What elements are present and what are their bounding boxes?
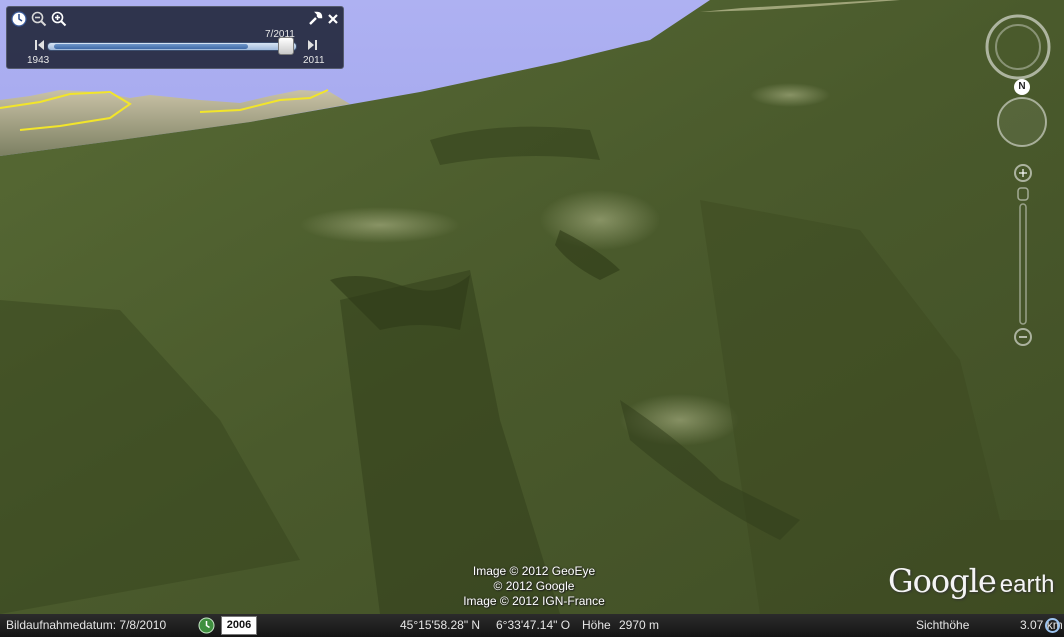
logo-google-text: Google (888, 562, 997, 600)
time-slider-thumb[interactable] (278, 37, 295, 55)
north-indicator[interactable]: N (1014, 79, 1030, 95)
longitude-readout: 6°33'47.14" O (496, 618, 571, 632)
close-icon[interactable] (325, 11, 341, 27)
historical-year-badge[interactable]: 2006 (221, 616, 257, 635)
elevation-label: Höhe (582, 618, 611, 632)
imagery-attribution: Image © 2012 GeoEye © 2012 Google Image … (434, 564, 634, 609)
zoom-out-icon[interactable] (31, 11, 47, 27)
attribution-line: © 2012 Google (493, 579, 575, 593)
snow-patch (300, 207, 460, 243)
north-label: N (1018, 81, 1026, 92)
previous-date-icon[interactable] (35, 39, 45, 51)
wrench-icon[interactable] (307, 11, 323, 27)
status-bar: Bildaufnahmedatum: 7/8/2010 2006 45°15'5… (0, 614, 1064, 637)
time-slider-track[interactable] (47, 42, 297, 51)
terrain-3d-view[interactable] (0, 0, 1064, 614)
latitude-readout: 45°15'58.28" N (400, 618, 481, 632)
map-view[interactable]: 7/2011 1943 2011 N Image © 2012 GeoEye ©… (0, 0, 1064, 614)
next-date-icon[interactable] (307, 39, 317, 51)
move-joystick-icon[interactable] (996, 96, 1048, 148)
attribution-line: Image © 2012 IGN-France (463, 594, 605, 608)
eye-altitude-label: Sichthöhe (916, 618, 970, 632)
snow-patch (750, 83, 830, 107)
google-earth-logo: Google earth (888, 562, 1054, 602)
attribution-line: Image © 2012 GeoEye (472, 564, 596, 578)
elevation-readout: 2970 m (619, 618, 660, 632)
zoom-slider-icon[interactable] (1010, 160, 1036, 350)
streaming-status-icon (1045, 618, 1060, 633)
imagery-date: Bildaufnahmedatum: 7/8/2010 (6, 618, 167, 632)
look-joystick-icon[interactable] (985, 14, 1051, 80)
logo-earth-text: earth (999, 571, 1055, 598)
clock-icon[interactable] (11, 11, 27, 27)
end-year-label: 2011 (303, 55, 325, 66)
historical-imagery-icon[interactable] (198, 617, 215, 634)
zoom-in-icon[interactable] (51, 11, 67, 27)
start-year-label: 1943 (27, 55, 50, 66)
time-range-fill (54, 44, 249, 49)
time-slider-panel: 7/2011 1943 2011 (6, 6, 344, 69)
